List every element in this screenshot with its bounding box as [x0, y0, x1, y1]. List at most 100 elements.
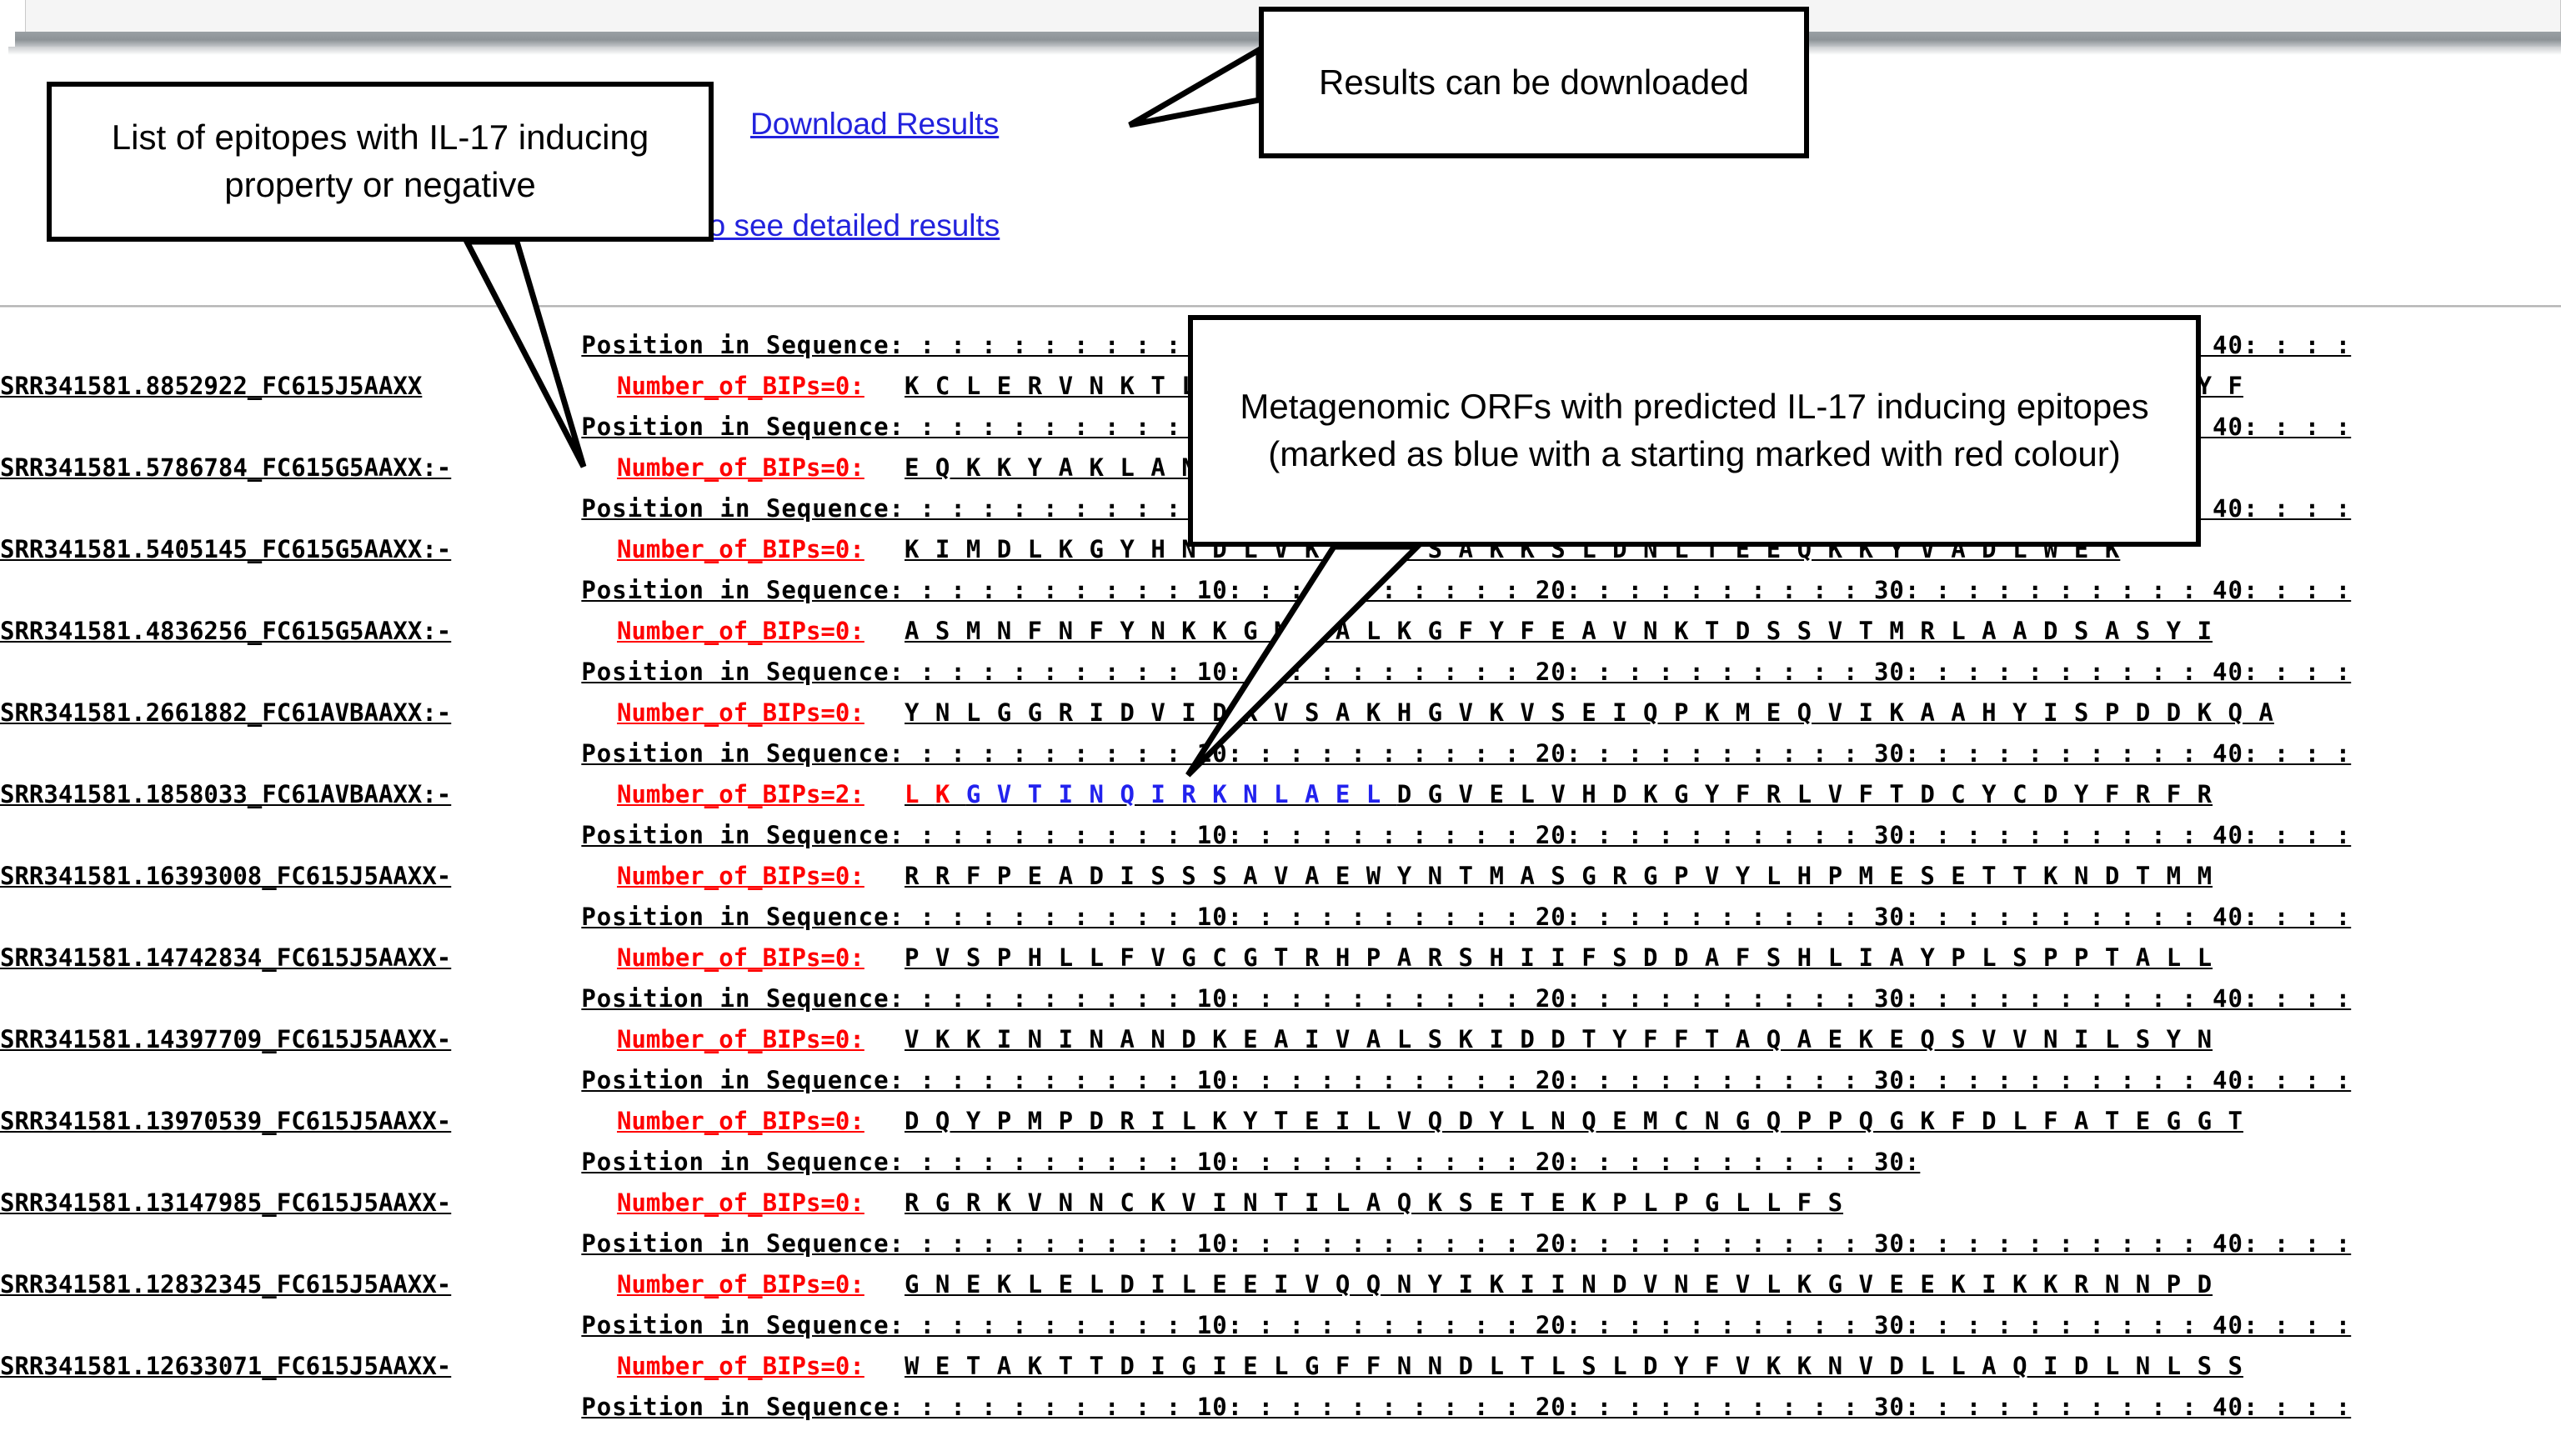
- bip-count-label: Number_of_BIPs=0:: [617, 1107, 865, 1135]
- horizontal-rule: [0, 305, 2561, 308]
- orf-result-row[interactable]: SRR341581.2661882_FC61AVBAAXX:- Number_of…: [0, 693, 2561, 733]
- position-ruler-ticks: : : : : : : : : : 10: : : : : : : : : : …: [905, 903, 2352, 931]
- position-ruler-label: Position in Sequence:: [581, 576, 905, 604]
- orf-sequence: D Q Y P M P D R I L K Y T E I L V Q D Y …: [905, 1107, 2243, 1135]
- orf-identifier: SRR341581.1858033_FC61AVBAAXX:-: [0, 780, 452, 808]
- position-ruler-ticks: : : : : : : : : : 10: : : : : : : : : : …: [905, 576, 2352, 604]
- position-ruler-row: Position in Sequence: : : : : : : : : : …: [0, 1387, 2561, 1428]
- orf-result-row[interactable]: SRR341581.12832345_FC615J5AAXX- Number_of…: [0, 1264, 2561, 1305]
- orf-identifier: SRR341581.12633071_FC615J5AAXX-: [0, 1352, 452, 1380]
- orf-sequence: G N E K L E L D I L E E I V Q Q N Y I K …: [905, 1270, 2213, 1298]
- sequence-segment-red: K: [935, 780, 966, 808]
- orf-identifier: SRR341581.13970539_FC615J5AAXX-: [0, 1107, 452, 1135]
- position-ruler-row: Position in Sequence: : : : : : : : : : …: [0, 815, 2561, 856]
- position-ruler-label: Position in Sequence:: [581, 903, 905, 931]
- bip-count-label: Number_of_BIPs=0:: [617, 617, 865, 645]
- bip-count-label: Number_of_BIPs=0:: [617, 535, 865, 563]
- sequence-segment-black: V K K I N I N A N D K E A I V A L S K I …: [905, 1025, 2213, 1053]
- orf-sequence: V K K I N I N A N D K E A I V A L S K I …: [905, 1025, 2213, 1053]
- position-ruler-label: Position in Sequence:: [581, 1229, 905, 1258]
- orf-result-row[interactable]: SRR341581.14742834_FC615J5AAXX- Number_of…: [0, 938, 2561, 978]
- sequence-segment-black: W E T A K T T D I G I E L G F F N N D L …: [905, 1352, 2243, 1380]
- position-ruler-label: Position in Sequence:: [581, 821, 905, 849]
- position-ruler-ticks: : : : : : : : : : 10: : : : : : : : : : …: [905, 984, 2352, 1013]
- sequence-segment-red: L: [905, 780, 935, 808]
- position-ruler-ticks: : : : : : : : : : 10: : : : : : : : : : …: [905, 658, 2352, 686]
- bip-count-label: Number_of_BIPs=0:: [617, 1352, 865, 1380]
- bip-count-label: Number_of_BIPs=0:: [617, 1270, 865, 1298]
- orf-sequence: A S M N F N F Y N K K G N D A L K G F Y …: [905, 617, 2213, 645]
- position-ruler-row: Position in Sequence: : : : : : : : : : …: [0, 1060, 2561, 1101]
- position-ruler-ticks: : : : : : : : : : 10: : : : : : : : : : …: [905, 1393, 2352, 1421]
- bip-count-label: Number_of_BIPs=0:: [617, 453, 865, 482]
- bip-count-label: Number_of_BIPs=0:: [617, 1188, 865, 1217]
- position-ruler-label: Position in Sequence:: [581, 413, 905, 441]
- position-ruler-row: Position in Sequence: : : : : : : : : : …: [0, 652, 2561, 693]
- position-ruler-ticks: : : : : : : : : : 10: : : : : : : : : : …: [905, 739, 2352, 768]
- callout-epitopes-text: List of epitopes with IL-17 inducing pro…: [111, 118, 649, 204]
- orf-identifier: SRR341581.5405145_FC615G5AAXX:-: [0, 535, 452, 563]
- position-ruler-row: Position in Sequence: : : : : : : : : : …: [0, 1223, 2561, 1264]
- orf-sequence: Y N L G G R I D V I D K V S A K H G V K …: [905, 698, 2274, 727]
- orf-result-row[interactable]: SRR341581.1858033_FC61AVBAAXX:- Number_of…: [0, 774, 2561, 815]
- callout-download-pointer: [1128, 44, 1262, 128]
- bip-count-label: Number_of_BIPs=0:: [617, 862, 865, 890]
- orf-identifier: SRR341581.14397709_FC615J5AAXX-: [0, 1025, 452, 1053]
- screenshot-root: Download Results here to see detailed re…: [0, 0, 2561, 1456]
- sequence-segment-black: A S M N F N F Y N K K G N D A L K G F Y …: [905, 617, 2213, 645]
- orf-sequence: R R F P E A D I S S S A V A E W Y N T M …: [905, 862, 2213, 890]
- bip-count-label: Number_of_BIPs=2:: [617, 780, 865, 808]
- position-ruler-label: Position in Sequence:: [581, 1066, 905, 1094]
- orf-sequence: R G R K V N N C K V I N T I L A Q K S E …: [905, 1188, 1843, 1217]
- orf-identifier: SRR341581.12832345_FC615J5AAXX-: [0, 1270, 452, 1298]
- callout-download-text: Results can be downloaded: [1318, 62, 1750, 102]
- sequence-segment-black: P V S P H L L F V G C G T R H P A R S H …: [905, 943, 2213, 972]
- orf-sequence: L K G V T I N Q I R K N L A E L D G V E …: [905, 780, 2213, 808]
- orf-identifier: SRR341581.5786784_FC615G5AAXX:-: [0, 453, 452, 482]
- sequence-segment-black: D Q Y P M P D R I L K Y T E I L V Q D Y …: [905, 1107, 2243, 1135]
- bip-count-label: Number_of_BIPs=0:: [617, 943, 865, 972]
- position-ruler-ticks: : : : : : : : : : 10: : : : : : : : : : …: [905, 1148, 1921, 1176]
- orf-result-row[interactable]: SRR341581.14397709_FC615J5AAXX- Number_of…: [0, 1019, 2561, 1060]
- sequence-segment-blue: G V T I N Q I R K N L A E L: [965, 780, 1397, 808]
- position-ruler-ticks: : : : : : : : : : 10: : : : : : : : : : …: [905, 1229, 2352, 1258]
- position-ruler-label: Position in Sequence:: [581, 739, 905, 768]
- orf-result-row[interactable]: SRR341581.13970539_FC615J5AAXX- Number_of…: [0, 1101, 2561, 1142]
- position-ruler-ticks: : : : : : : : : : 10: : : : : : : : : : …: [905, 1311, 2352, 1339]
- position-ruler-label: Position in Sequence:: [581, 1393, 905, 1421]
- sequence-segment-black: D G V E L V H D K G Y F R L V F T D C Y …: [1396, 780, 2213, 808]
- orf-result-row[interactable]: SRR341581.16393008_FC615J5AAXX- Number_of…: [0, 856, 2561, 897]
- callout-epitopes: List of epitopes with IL-17 inducing pro…: [47, 82, 714, 242]
- orf-sequence: P V S P H L L F V G C G T R H P A R S H …: [905, 943, 2213, 972]
- orf-result-row[interactable]: SRR341581.4836256_FC615G5AAXX:- Number_of…: [0, 611, 2561, 652]
- position-ruler-ticks: : : : : : : : : : 10: : : : : : : : : : …: [905, 1066, 2352, 1094]
- sequence-segment-black: R R F P E A D I S S S A V A E W Y N T M …: [905, 862, 2213, 890]
- position-ruler-row: Position in Sequence: : : : : : : : : : …: [0, 978, 2561, 1019]
- sequence-segment-black: G N E K L E L D I L E E I V Q Q N Y I K …: [905, 1270, 2213, 1298]
- orf-identifier: SRR341581.13147985_FC615J5AAXX-: [0, 1188, 452, 1217]
- orf-identifier: SRR341581.8852922_FC615J5AAXX: [0, 372, 423, 400]
- position-ruler-ticks: : : : : : : : : : 10: : : : : : : : : : …: [905, 821, 2352, 849]
- callout-orfs-text: Metagenomic ORFs with predicted IL-17 in…: [1240, 387, 2149, 473]
- orf-identifier: SRR341581.2661882_FC61AVBAAXX:-: [0, 698, 452, 727]
- position-ruler-row: Position in Sequence: : : : : : : : : : …: [0, 1142, 2561, 1183]
- position-ruler-label: Position in Sequence:: [581, 1148, 905, 1176]
- callout-download: Results can be downloaded: [1259, 7, 1809, 158]
- position-ruler-label: Position in Sequence:: [581, 331, 905, 359]
- position-ruler-row: Position in Sequence: : : : : : : : : : …: [0, 570, 2561, 611]
- position-ruler-label: Position in Sequence:: [581, 984, 905, 1013]
- bip-count-label: Number_of_BIPs=0:: [617, 372, 865, 400]
- position-ruler-row: Position in Sequence: : : : : : : : : : …: [0, 1305, 2561, 1346]
- position-ruler-label: Position in Sequence:: [581, 494, 905, 523]
- orf-identifier: SRR341581.16393008_FC615J5AAXX-: [0, 862, 452, 890]
- callout-orfs: Metagenomic ORFs with predicted IL-17 in…: [1188, 315, 2201, 547]
- sequence-segment-black: R G R K V N N C K V I N T I L A Q K S E …: [905, 1188, 1844, 1217]
- orf-identifier: SRR341581.14742834_FC615J5AAXX-: [0, 943, 452, 972]
- orf-result-row[interactable]: SRR341581.13147985_FC615J5AAXX- Number_of…: [0, 1183, 2561, 1223]
- bip-count-label: Number_of_BIPs=0:: [617, 698, 865, 727]
- orf-identifier: SRR341581.4836256_FC615G5AAXX:-: [0, 617, 452, 645]
- download-results-link[interactable]: Download Results: [750, 107, 999, 142]
- position-ruler-row: Position in Sequence: : : : : : : : : : …: [0, 897, 2561, 938]
- position-ruler-label: Position in Sequence:: [581, 1311, 905, 1339]
- orf-result-row[interactable]: SRR341581.12633071_FC615J5AAXX- Number_of…: [0, 1346, 2561, 1387]
